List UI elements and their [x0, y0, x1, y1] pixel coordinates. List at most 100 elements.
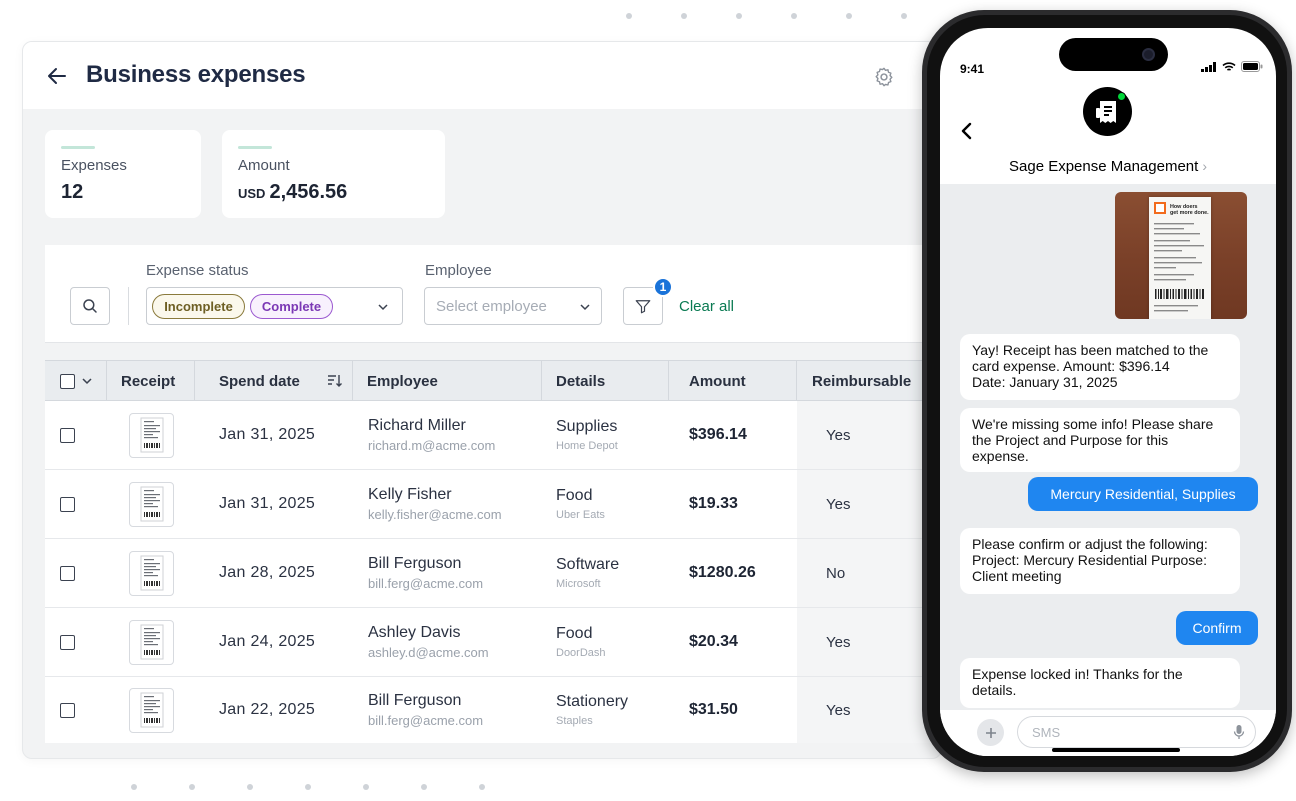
col-details: Details	[542, 361, 669, 401]
row-checkbox[interactable]	[60, 427, 75, 443]
col-spend-date-label: Spend date	[219, 372, 300, 390]
select-all-header[interactable]	[45, 361, 107, 401]
receipt-cell	[129, 539, 174, 607]
expenses-count: 12	[61, 181, 84, 203]
row-checkbox[interactable]	[60, 634, 75, 650]
spend-date: Jan 24, 2025	[219, 633, 316, 650]
mic-icon[interactable]	[1233, 724, 1245, 740]
details-cell: Supplies Home Depot	[556, 401, 618, 469]
date-cell: Jan 22, 2025	[219, 677, 315, 743]
expense-vendor: Microsoft	[556, 578, 601, 590]
employee-cell: Bill Ferguson bill.ferg@acme.com	[368, 539, 483, 607]
chevron-down-icon[interactable]	[81, 375, 93, 387]
search-button[interactable]	[70, 287, 110, 325]
contact-name-row[interactable]: Sage Expense Management ›	[940, 158, 1276, 175]
gear-icon[interactable]	[873, 66, 895, 88]
receipt-thumbnail[interactable]	[129, 550, 174, 596]
employee-email: bill.ferg@acme.com	[368, 576, 484, 591]
amount-cell: $20.34	[689, 608, 738, 676]
receipt-icon	[140, 486, 163, 522]
reimbursable-value: Yes	[826, 495, 851, 513]
amount-label: Amount	[238, 157, 290, 174]
status-filter-label: Expense status	[146, 262, 249, 279]
message-line: Confirm	[1192, 620, 1242, 636]
spend-date: Jan 28, 2025	[219, 564, 316, 581]
add-attachment-button[interactable]	[977, 719, 1004, 746]
phone-bezel: 9:41 Sage Expense Management › How doers…	[927, 15, 1287, 767]
divider	[128, 287, 129, 325]
employee-placeholder: Select employee	[436, 298, 547, 315]
status-select[interactable]: Incomplete Complete	[146, 287, 403, 325]
table-row[interactable]: Jan 31, 2025 Richard Miller richard.m@acme…	[45, 401, 941, 470]
expenses-table: Receipt Spend date Employee Details Amou…	[45, 360, 941, 743]
amount-total: 2,456.56	[269, 181, 348, 203]
receipt-icon	[140, 692, 163, 728]
employee-select[interactable]: Select employee	[424, 287, 602, 325]
message-line: We're missing some info! Please share	[972, 416, 1214, 432]
row-checkbox-cell	[60, 608, 75, 676]
message-line: Expense locked in! Thanks for the	[972, 666, 1183, 682]
decor-dots-top	[626, 13, 907, 19]
back-chevron-icon[interactable]	[960, 121, 974, 141]
chevron-down-icon	[580, 304, 590, 311]
clear-all-link[interactable]: Clear all	[679, 298, 734, 315]
message-line: Client meeting	[972, 568, 1062, 584]
employee-cell: Richard Miller richard.m@acme.com	[368, 401, 495, 469]
table-row[interactable]: Jan 31, 2025 Kelly Fisher kelly.fisher@acm…	[45, 470, 941, 539]
receipt-thumbnail[interactable]	[129, 481, 174, 527]
details-cell: Stationery Staples	[556, 677, 628, 743]
receipt-photo[interactable]: How doers get more done.	[1115, 192, 1247, 319]
back-arrow-icon[interactable]	[45, 64, 69, 88]
message-line: details.	[972, 682, 1017, 698]
receipt-slogan: How doers get more done.	[1170, 204, 1209, 216]
incoming-message: Please confirm or adjust the following: P…	[960, 528, 1240, 594]
expense-amount: $31.50	[689, 701, 738, 718]
table-row[interactable]: Jan 24, 2025 Ashley Davis ashley.d@acme.co…	[45, 608, 941, 677]
row-checkbox[interactable]	[60, 702, 75, 718]
amount-cell: $396.14	[689, 401, 747, 469]
home-indicator	[1052, 748, 1180, 752]
receipt-thumbnail[interactable]	[129, 412, 174, 458]
details-cell: Food Uber Eats	[556, 470, 605, 538]
contact-name: Sage Expense Management	[1009, 158, 1199, 175]
message-line: card expense. Amount: $396.14	[972, 358, 1170, 374]
employee-filter-label: Employee	[425, 262, 492, 279]
sort-icon[interactable]	[327, 374, 343, 388]
chat-header: Sage Expense Management ›	[940, 78, 1276, 184]
plus-icon	[985, 727, 996, 738]
date-cell: Jan 31, 2025	[219, 401, 315, 469]
outgoing-message: Mercury Residential, Supplies	[1028, 477, 1258, 511]
details-cell: Software Microsoft	[556, 539, 619, 607]
table-row[interactable]: Jan 28, 2025 Bill Ferguson bill.ferg@acme.…	[45, 539, 941, 608]
message-line: Mercury Residential, Supplies	[1050, 486, 1236, 502]
message-line: Yay! Receipt has been matched to the	[972, 342, 1209, 358]
expense-amount: $20.34	[689, 633, 738, 650]
date-cell: Jan 24, 2025	[219, 608, 315, 676]
chip-incomplete[interactable]: Incomplete	[152, 294, 245, 319]
receipt-cell	[129, 677, 174, 743]
col-spend-date[interactable]: Spend date	[195, 361, 353, 401]
chat-thread: How doers get more done. Yay! Receipt ha…	[940, 184, 1276, 710]
expense-amount: $19.33	[689, 495, 738, 512]
row-checkbox[interactable]	[60, 565, 75, 581]
sms-placeholder: SMS	[1032, 725, 1061, 740]
expenses-label: Expenses	[61, 157, 127, 174]
expense-category: Food	[556, 625, 593, 642]
sms-input[interactable]: SMS	[1017, 716, 1256, 748]
date-cell: Jan 28, 2025	[219, 539, 315, 607]
receipt-thumbnail[interactable]	[129, 619, 174, 665]
employee-email: kelly.fisher@acme.com	[368, 507, 502, 522]
receipt-thumbnail[interactable]	[129, 687, 174, 733]
row-checkbox[interactable]	[60, 496, 75, 512]
reimbursable-cell: No	[826, 539, 845, 607]
status-icons	[1201, 61, 1263, 72]
reimbursable-value: No	[826, 564, 846, 582]
incoming-message: We're missing some info! Please share the…	[960, 408, 1240, 472]
chip-complete[interactable]: Complete	[250, 294, 333, 319]
expense-category: Supplies	[556, 418, 618, 435]
select-all-checkbox[interactable]	[60, 373, 75, 389]
reimbursable-value: Yes	[826, 426, 851, 444]
filter-bar: Expense status Incomplete Complete Emplo…	[45, 245, 941, 343]
receipt-cell	[129, 608, 174, 676]
table-row[interactable]: Jan 22, 2025 Bill Ferguson bill.ferg@acme.…	[45, 677, 941, 743]
